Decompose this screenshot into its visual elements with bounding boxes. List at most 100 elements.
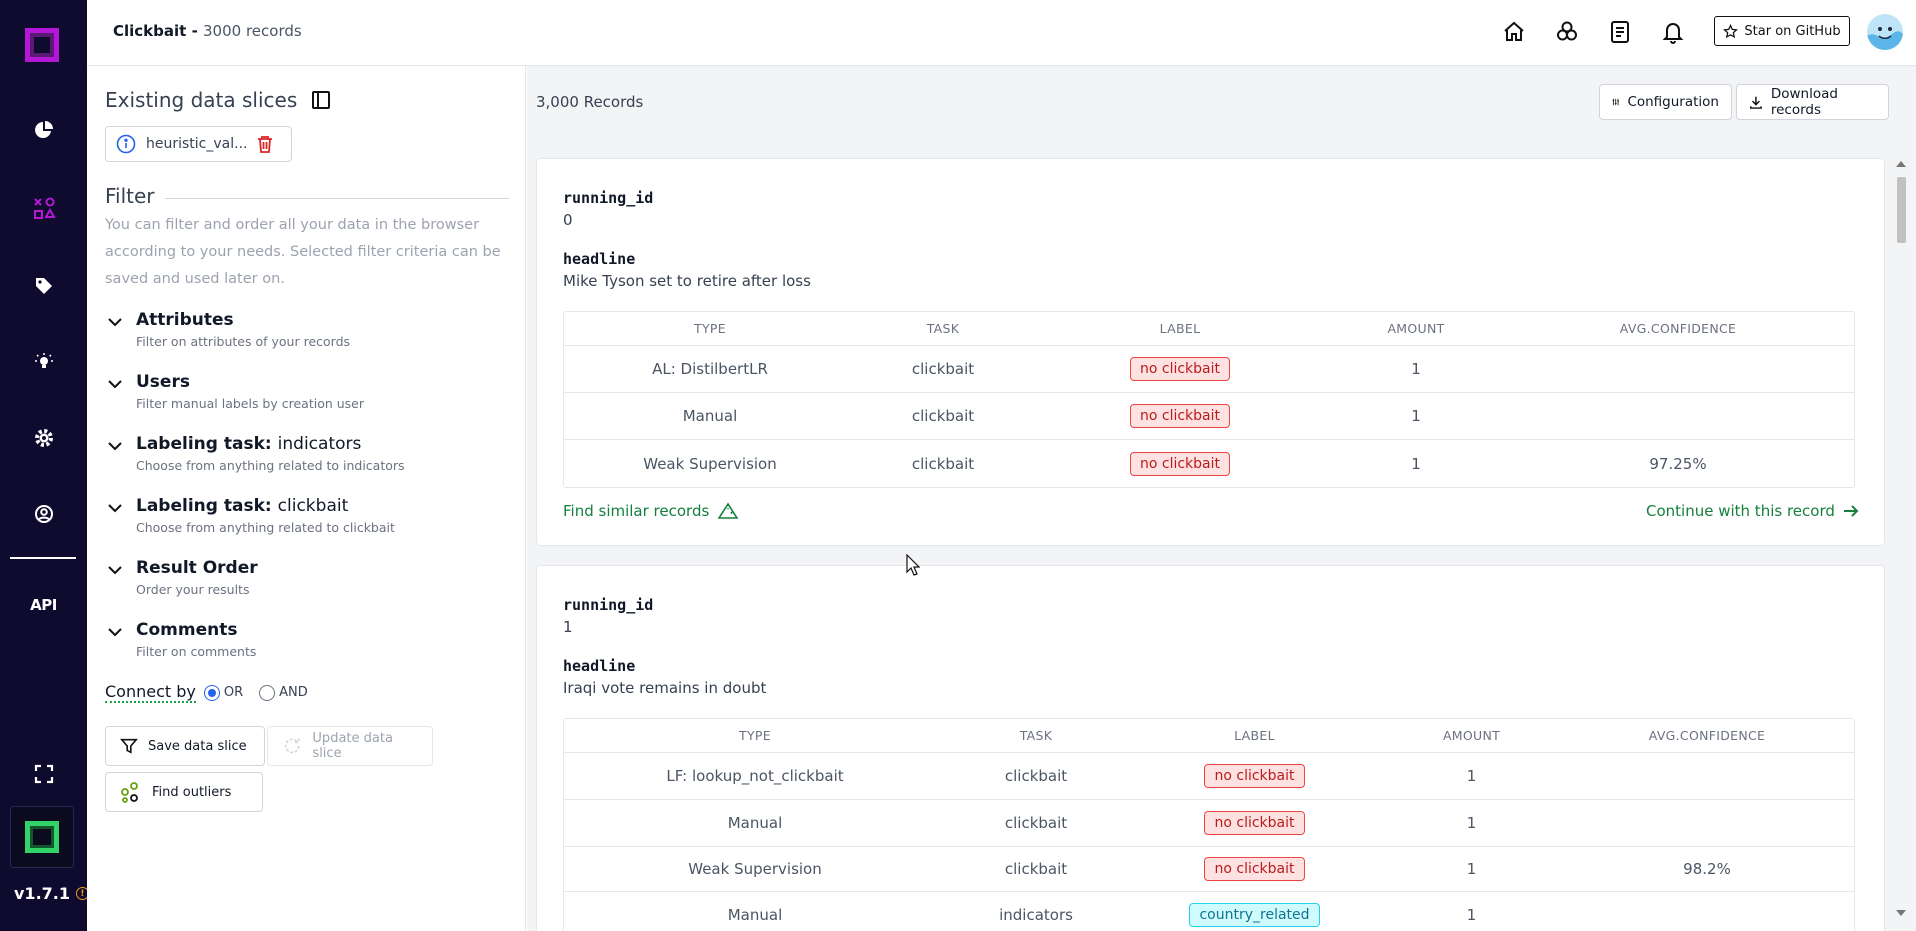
existing-slices-title: Existing data slices: [105, 88, 298, 112]
connect-or-option[interactable]: OR: [203, 684, 243, 701]
column-header-amount: AMOUNT: [1442, 728, 1501, 743]
record-card: running_id 1 headline Iraqi vote remains…: [536, 565, 1885, 931]
title-separator: -: [186, 22, 204, 40]
column-header-task: TASK: [1019, 728, 1053, 743]
label-badge: country_related: [1189, 902, 1320, 927]
field-value: 1: [563, 618, 573, 636]
filter-heading: Filter: [105, 184, 509, 208]
field-value: Iraqi vote remains in doubt: [563, 679, 767, 697]
section-description: Filter manual labels by creation user: [136, 396, 365, 411]
cell-amount: 1: [1466, 860, 1477, 878]
section-description: Choose from anything related to clickbai…: [136, 520, 395, 535]
find-similar-label: Find similar records: [563, 502, 710, 520]
table-row: AL: DistilbertLR clickbait no clickbait …: [564, 346, 1854, 393]
cell-amount: 1: [1466, 814, 1477, 832]
data-slice-chip[interactable]: heuristic_val...: [105, 126, 292, 162]
rail-divider: [10, 557, 76, 559]
label-table: TYPE TASK LABEL AMOUNT AVG.CONFIDENCE AL…: [563, 311, 1855, 488]
similarity-triangle-icon: [717, 502, 739, 519]
column-header-label: LABEL: [1159, 321, 1201, 336]
filter-description: You can filter and order all your data i…: [105, 217, 501, 287]
info-circle-icon[interactable]: [116, 134, 136, 154]
settings-gear-icon[interactable]: [0, 418, 87, 458]
chevron-down-icon: [108, 566, 122, 575]
star-icon: [1723, 23, 1739, 38]
connect-and-option[interactable]: AND: [259, 684, 308, 701]
outliers-dots-icon: [121, 782, 138, 803]
label-table-header: TYPE TASK LABEL AMOUNT AVG.CONFIDENCE: [564, 312, 1854, 346]
app-logo-icon[interactable]: [25, 28, 59, 62]
cell-label: no clickbait: [1126, 800, 1383, 846]
update-data-slice-button[interactable]: Update data slice: [267, 726, 433, 766]
heuristics-bulb-icon[interactable]: [0, 342, 87, 382]
data-browser-icon[interactable]: [0, 188, 87, 228]
cell-type: Manual: [727, 814, 783, 832]
table-row: Manual clickbait no clickbait 1: [564, 393, 1854, 440]
fullscreen-icon[interactable]: [0, 754, 87, 794]
top-header: Clickbait - 3000 records Star on GitHub: [87, 0, 1916, 66]
version-text: v1.7.1: [14, 884, 70, 903]
cell-label: no clickbait: [1030, 393, 1330, 439]
project-record-count: 3000 records: [203, 22, 302, 40]
continue-with-record-link[interactable]: Continue with this record: [1646, 502, 1859, 520]
cell-label: no clickbait: [1126, 753, 1383, 799]
documentation-icon[interactable]: [1606, 18, 1634, 46]
cell-task: indicators: [999, 905, 1073, 924]
scrollbar-thumb[interactable]: [1897, 177, 1906, 243]
configuration-button[interactable]: Configuration: [1599, 84, 1732, 120]
label-badge: no clickbait: [1129, 404, 1230, 428]
user-account-icon[interactable]: [0, 494, 87, 534]
label-badge: no clickbait: [1129, 357, 1230, 381]
version-label: v1.7.1 !: [14, 884, 89, 903]
download-records-button[interactable]: Download records: [1736, 84, 1889, 120]
sliders-icon: [1612, 98, 1619, 106]
field-name: headline: [563, 657, 636, 675]
field-value: 0: [563, 211, 573, 229]
record-card: running_id 0 headline Mike Tyson set to …: [536, 158, 1885, 546]
save-data-slice-button[interactable]: Save data slice: [105, 726, 265, 766]
records-scrollbar[interactable]: [1894, 158, 1909, 921]
mouse-cursor-icon: [906, 554, 920, 576]
api-link[interactable]: API: [0, 596, 87, 614]
configuration-label: Configuration: [1627, 94, 1719, 110]
find-outliers-button[interactable]: Find outliers: [105, 772, 263, 812]
section-title-text: Attributes: [136, 310, 234, 330]
home-icon[interactable]: [1500, 18, 1528, 46]
scroll-down-arrow-icon[interactable]: [1896, 910, 1906, 916]
labeling-tag-icon[interactable]: [0, 266, 87, 306]
scroll-up-arrow-icon[interactable]: [1896, 161, 1906, 167]
kern-brand-logo[interactable]: [10, 806, 74, 868]
continue-label: Continue with this record: [1646, 502, 1835, 520]
delete-trash-icon[interactable]: [257, 135, 273, 153]
section-description: Order your results: [136, 582, 250, 597]
section-description: Choose from anything related to indicato…: [136, 458, 405, 473]
section-title: Comments: [136, 620, 237, 640]
user-avatar[interactable]: [1867, 14, 1903, 50]
cell-label: no clickbait: [1030, 440, 1330, 487]
cell-confidence: [1502, 393, 1854, 439]
toggle-sidebar-icon[interactable]: [311, 90, 331, 110]
label-badge: no clickbait: [1129, 451, 1230, 476]
section-title-text: Labeling task:: [136, 496, 272, 516]
projects-circles-icon[interactable]: [1553, 18, 1581, 46]
download-icon: [1749, 96, 1762, 109]
cell-type: LF: lookup_not_clickbait: [666, 767, 844, 785]
column-header-type: TYPE: [739, 728, 771, 743]
cell-confidence: [1560, 800, 1854, 846]
data-slice-name: heuristic_val...: [146, 136, 248, 152]
column-header-task: TASK: [926, 321, 960, 336]
table-row: Weak Supervision clickbait no clickbait …: [564, 440, 1854, 487]
section-title: Users: [136, 372, 190, 392]
overview-pie-chart-icon[interactable]: [0, 110, 87, 150]
cell-type: Weak Supervision: [688, 860, 822, 878]
star-on-github-button[interactable]: Star on GitHub: [1714, 16, 1850, 46]
and-radio[interactable]: [259, 684, 276, 701]
or-radio[interactable]: [203, 684, 220, 701]
filter-funnel-icon: [120, 738, 138, 754]
label-badge: no clickbait: [1204, 811, 1305, 835]
find-similar-records-link[interactable]: Find similar records: [563, 502, 739, 520]
cell-label: country_related: [1126, 892, 1383, 931]
notifications-bell-icon[interactable]: [1659, 18, 1687, 46]
section-title-text: Comments: [136, 620, 238, 640]
field-name: running_id: [563, 189, 654, 207]
